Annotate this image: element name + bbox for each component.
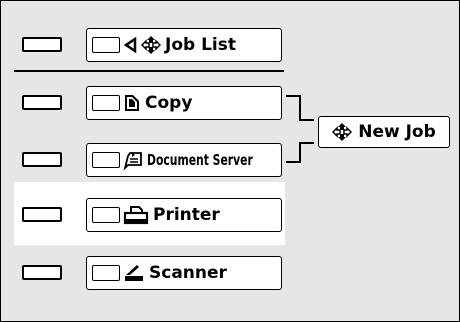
new-job-indicator: New Job: [318, 116, 450, 148]
new-job-bracket: [286, 95, 314, 163]
new-job-label: New Job: [358, 122, 436, 142]
job-arrows-icon: [332, 122, 353, 142]
